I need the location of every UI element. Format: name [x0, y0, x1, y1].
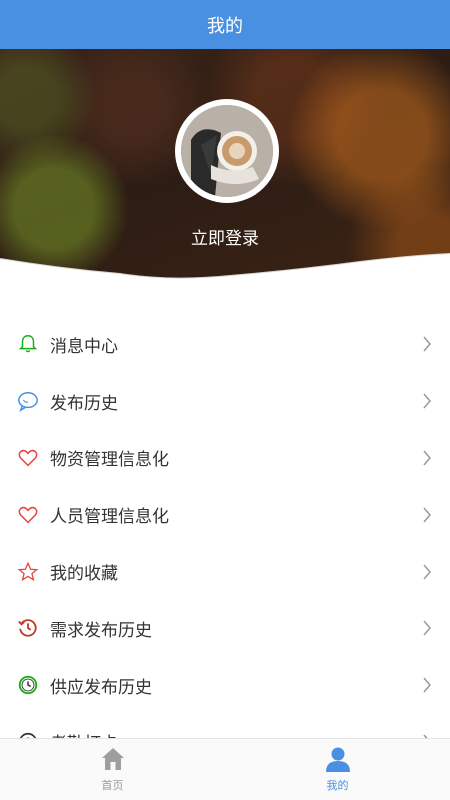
menu-item-materials[interactable]: 物资管理信息化 — [0, 429, 450, 487]
chevron-right-icon — [423, 393, 431, 409]
tab-label: 我的 — [326, 779, 349, 792]
wave-divider — [0, 253, 450, 294]
menu-item-demand-history[interactable]: 需求发布历史 — [0, 599, 450, 657]
title-bar: 我的 — [0, 0, 450, 49]
chevron-right-icon — [423, 564, 431, 580]
menu-item-favorites[interactable]: 我的收藏 — [0, 543, 450, 600]
chevron-right-icon — [423, 507, 431, 523]
menu-item-label: 物资管理信息化 — [50, 450, 169, 471]
menu-item-label: 人员管理信息化 — [50, 507, 169, 528]
tab-bar: 首页 我的 — [0, 738, 450, 800]
chat-bubble-icon — [18, 392, 38, 413]
user-icon — [325, 747, 350, 772]
menu-item-supply-history[interactable]: 供应发布历史 — [0, 656, 450, 714]
menu-item-personnel[interactable]: 人员管理信息化 — [0, 486, 450, 544]
home-icon — [101, 748, 124, 770]
avatar-image — [181, 105, 273, 197]
menu-item-label: 需求发布历史 — [50, 620, 152, 641]
menu-item-messages[interactable]: 消息中心 — [0, 316, 450, 373]
chevron-right-icon — [423, 336, 431, 352]
menu-item-label: 我的收藏 — [50, 564, 118, 585]
heart-icon — [18, 506, 38, 524]
menu-item-label: 发布历史 — [50, 393, 118, 414]
menu-item-label: 供应发布历史 — [50, 677, 152, 698]
star-icon — [17, 561, 39, 581]
history-icon — [18, 619, 37, 638]
tab-label: 首页 — [101, 779, 124, 792]
profile-header: 立即登录 — [0, 49, 450, 294]
bell-icon — [18, 335, 38, 353]
heart-icon — [18, 449, 38, 467]
menu-item-label: 消息中心 — [50, 336, 118, 357]
clock-icon — [18, 676, 38, 695]
tab-home[interactable]: 首页 — [0, 739, 225, 800]
chevron-right-icon — [423, 450, 431, 466]
menu-list: 消息中心 发布历史 物资管理信息化 人员管理信息化 我的收藏 需求发布历史 供应… — [0, 316, 450, 771]
tab-mine[interactable]: 我的 — [225, 739, 450, 800]
page-title: 我的 — [207, 15, 243, 37]
chevron-right-icon — [423, 677, 431, 693]
avatar[interactable] — [175, 99, 279, 203]
menu-item-publish-history[interactable]: 发布历史 — [0, 372, 450, 430]
chevron-right-icon — [423, 620, 431, 636]
